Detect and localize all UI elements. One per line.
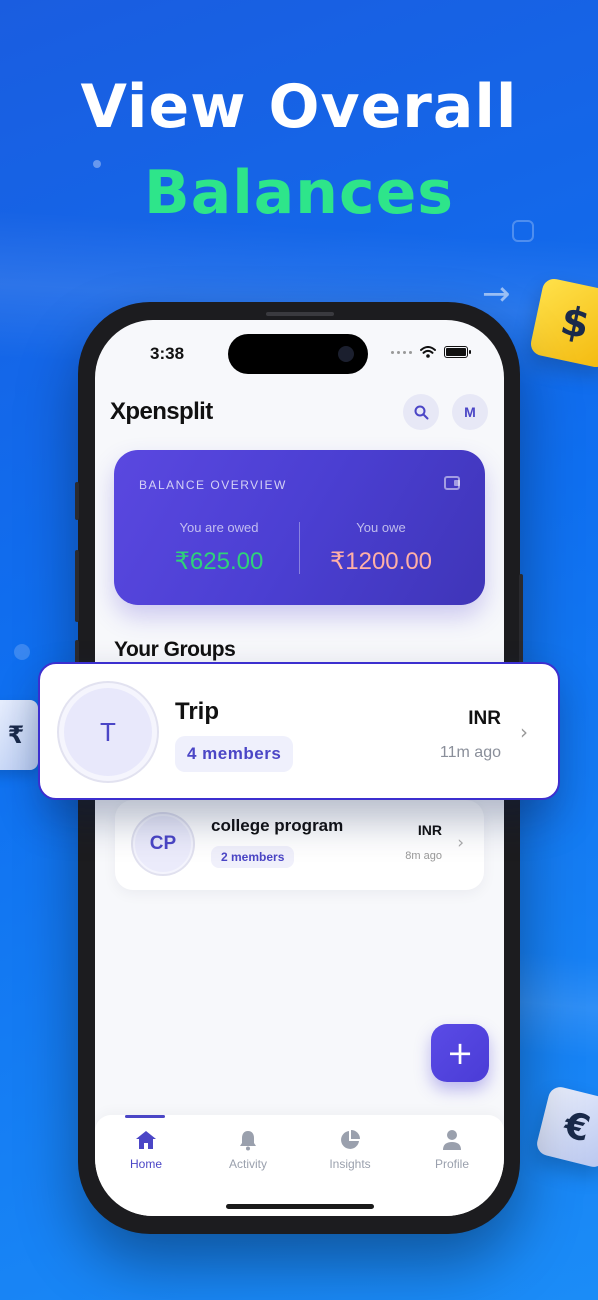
group-updated-time: 11m ago [439, 744, 501, 761]
phone-button [75, 482, 79, 520]
plus-icon: + [446, 1034, 474, 1072]
rupee-cube-icon: ₹ [0, 700, 38, 770]
owed-amount: ₹625.00 [174, 548, 264, 575]
tab-label: Home [129, 1157, 162, 1171]
battery-icon [444, 346, 471, 358]
group-card-trip[interactable]: T Trip 4 members INR 11m ago › [38, 662, 560, 800]
chevron-right-icon: › [457, 833, 464, 853]
group-currency: INR [417, 822, 442, 838]
owed-label: You are owed [179, 520, 259, 535]
owe-amount: ₹1200.00 [329, 548, 433, 575]
owe-column: You owe ₹1200.00 [306, 520, 456, 576]
dynamic-island [228, 334, 368, 374]
profile-avatar-button[interactable]: M [452, 394, 488, 430]
group-name: college program [211, 816, 344, 835]
tab-insights[interactable]: Insights [299, 1127, 401, 1171]
owed-column: You are owed ₹625.00 [144, 520, 294, 576]
wifi-icon [420, 346, 436, 358]
group-updated-time: 8m ago [405, 850, 442, 862]
arrow-icon: → [482, 274, 511, 314]
owe-label: You owe [356, 520, 406, 535]
phone-button [75, 550, 79, 622]
group-card-college-program[interactable]: CP college program 2 members INR 8m ago … [115, 800, 484, 890]
group-name: Trip [175, 698, 220, 725]
phone-speaker [266, 312, 334, 316]
tab-label: Insights [329, 1157, 371, 1171]
signal-icon [391, 350, 412, 354]
status-time: 3:38 [150, 344, 185, 363]
home-icon [136, 1131, 156, 1149]
add-group-button[interactable]: + [431, 1024, 489, 1082]
bell-icon [240, 1131, 256, 1151]
balance-divider [299, 522, 300, 574]
decor-dot [14, 644, 30, 660]
groups-section-title: Your Groups [114, 638, 236, 661]
group-avatar: CP [133, 814, 193, 874]
home-indicator [226, 1204, 374, 1209]
tab-label: Profile [434, 1157, 469, 1171]
status-indicators [391, 346, 471, 358]
tab-activity[interactable]: Activity [197, 1127, 299, 1171]
search-icon [414, 405, 428, 419]
bottom-tab-bar: Home Activity Insights Profile [95, 1115, 504, 1216]
balance-overview-card: BALANCE OVERVIEW You are owed ₹625.00 Yo… [114, 450, 485, 605]
tab-label: Activity [228, 1157, 267, 1171]
tab-home[interactable]: Home [95, 1127, 197, 1171]
chevron-right-icon: › [520, 720, 528, 744]
group-members-badge: 4 members [175, 736, 294, 772]
active-tab-indicator [125, 1115, 165, 1118]
tab-profile[interactable]: Profile [401, 1127, 503, 1171]
pie-chart-icon [341, 1130, 360, 1149]
camera-icon [338, 346, 354, 362]
group-members-badge: 2 members [211, 846, 295, 868]
decor-square [512, 220, 534, 242]
group-avatar: T [64, 688, 152, 776]
headline-line-2: Balances [144, 158, 454, 228]
user-icon [443, 1130, 461, 1150]
group-currency: INR [468, 708, 501, 729]
headline-line-1: View Overall [80, 72, 518, 142]
wallet-icon [444, 476, 460, 490]
decor-dot [93, 160, 101, 168]
search-button[interactable] [403, 394, 439, 430]
app-title: Xpensplit [110, 398, 213, 425]
balance-overview-label: BALANCE OVERVIEW [139, 478, 287, 492]
